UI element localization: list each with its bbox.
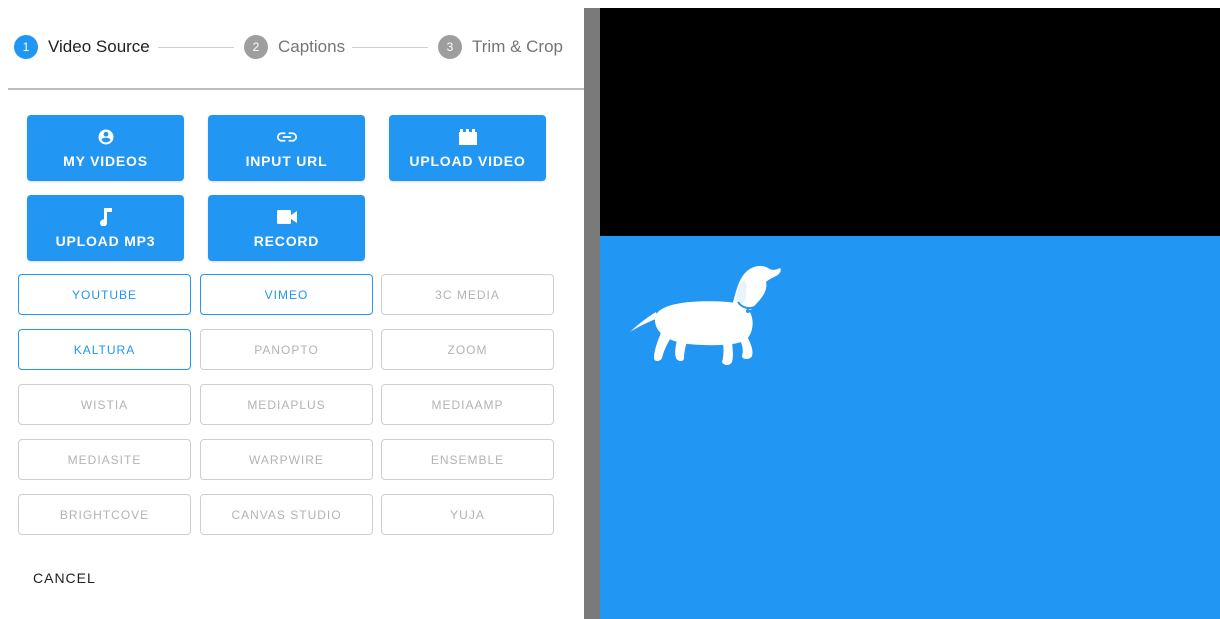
step-number: 3: [438, 35, 462, 59]
button-label: UPLOAD MP3: [55, 233, 156, 249]
video-camera-icon: [276, 207, 297, 227]
provider-canvas-studio-button[interactable]: CANVAS STUDIO: [200, 494, 373, 535]
step-captions[interactable]: 2 Captions: [244, 34, 345, 60]
link-icon: [276, 127, 297, 147]
provider-warpwire-button[interactable]: WARPWIRE: [200, 439, 373, 480]
step-number: 1: [14, 35, 38, 59]
upload-video-button[interactable]: UPLOAD VIDEO: [389, 115, 546, 181]
provider-brightcove-button[interactable]: BRIGHTCOVE: [18, 494, 191, 535]
provider-mediaplus-button[interactable]: MEDIAPLUS: [200, 384, 373, 425]
dachshund-logo: [628, 262, 784, 370]
provider-wistia-button[interactable]: WISTIA: [18, 384, 191, 425]
record-button[interactable]: RECORD: [208, 195, 365, 261]
provider-yuja-button[interactable]: YUJA: [381, 494, 554, 535]
step-connector: [352, 47, 428, 48]
music-note-icon: [99, 207, 113, 227]
input-url-button[interactable]: INPUT URL: [208, 115, 365, 181]
button-label: MY VIDEOS: [63, 153, 148, 169]
step-connector: [158, 47, 234, 48]
step-label: Trim & Crop: [472, 37, 563, 56]
stepper-divider: [8, 88, 584, 90]
account-circle-icon: [97, 127, 115, 147]
step-number: 2: [244, 35, 268, 59]
provider-zoom-button[interactable]: ZOOM: [381, 329, 554, 370]
stepper: 1 Video Source 2 Captions 3 Trim & Crop: [0, 0, 584, 90]
cancel-button[interactable]: CANCEL: [33, 570, 96, 586]
button-label: INPUT URL: [245, 153, 328, 169]
clapperboard-icon: [458, 127, 477, 147]
provider-mediasite-button[interactable]: MEDIASITE: [18, 439, 191, 480]
step-label: Captions: [278, 37, 346, 56]
button-label: UPLOAD VIDEO: [409, 153, 526, 169]
provider-vimeo-button[interactable]: VIMEO: [200, 274, 373, 315]
upload-mp3-button[interactable]: UPLOAD MP3: [27, 195, 184, 261]
video-source-panel: 1 Video Source 2 Captions 3 Trim & Crop …: [0, 0, 584, 619]
provider-kaltura-button[interactable]: KALTURA: [18, 329, 191, 370]
provider-3c-media-button[interactable]: 3C MEDIA: [381, 274, 554, 315]
panel-divider[interactable]: [584, 8, 600, 619]
step-trim-crop[interactable]: 3 Trim & Crop: [438, 34, 563, 60]
app-root: 1 Video Source 2 Captions 3 Trim & Crop …: [0, 0, 1220, 619]
button-label: RECORD: [253, 233, 320, 249]
step-label: Video Source: [48, 37, 150, 56]
my-videos-button[interactable]: MY VIDEOS: [27, 115, 184, 181]
provider-panopto-button[interactable]: PANOPTO: [200, 329, 373, 370]
video-preview-letterbox: [600, 8, 1220, 236]
provider-ensemble-button[interactable]: ENSEMBLE: [381, 439, 554, 480]
step-video-source[interactable]: 1 Video Source: [14, 34, 150, 60]
provider-mediaamp-button[interactable]: MEDIAAMP: [381, 384, 554, 425]
provider-youtube-button[interactable]: YOUTUBE: [18, 274, 191, 315]
